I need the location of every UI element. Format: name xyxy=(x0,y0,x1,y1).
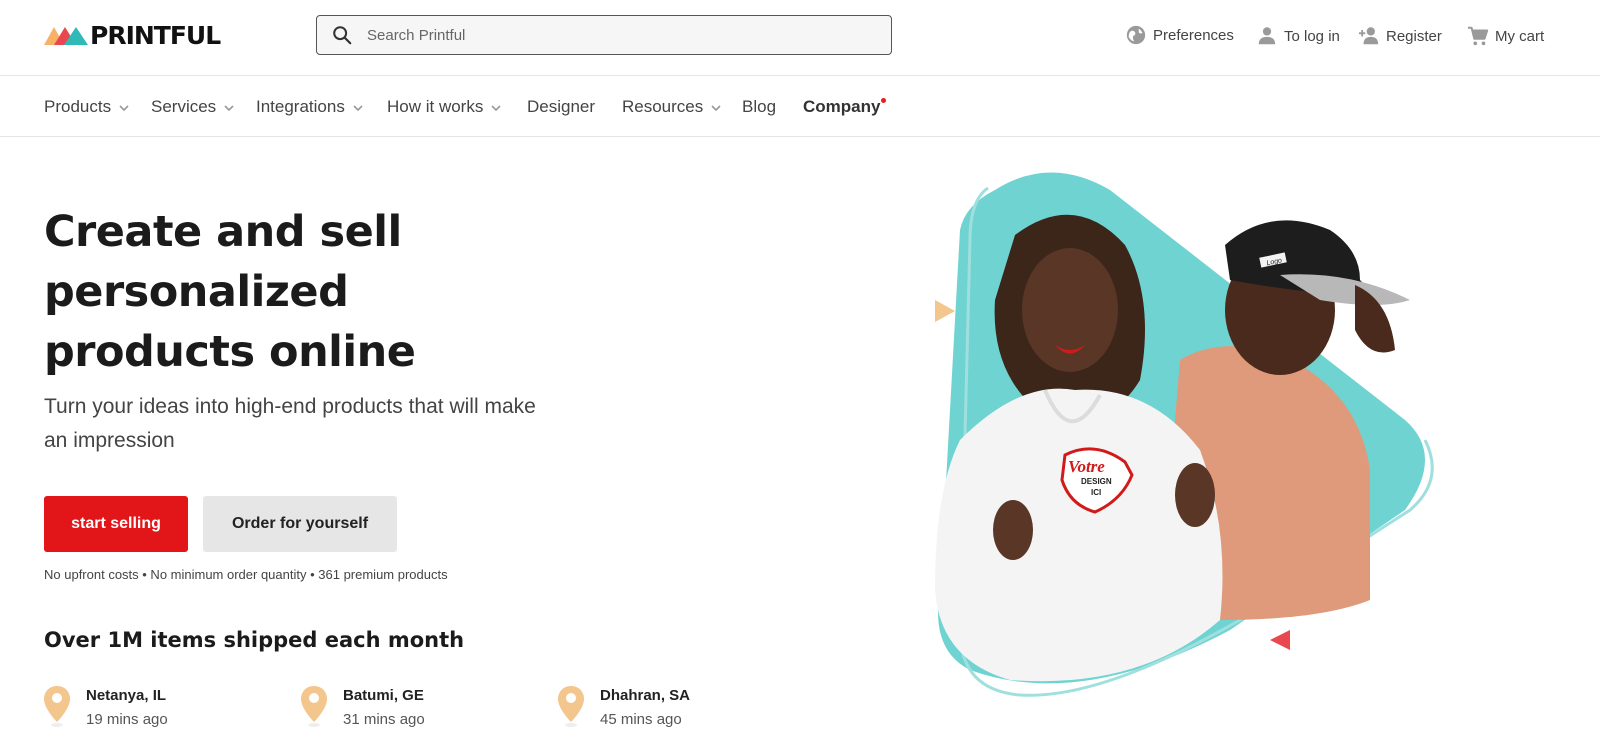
nav-designer[interactable]: Designer xyxy=(527,97,595,117)
hoodie-print-line2: DESIGN xyxy=(1081,477,1112,486)
order-for-yourself-button[interactable]: Order for yourself xyxy=(203,496,397,552)
globe-icon xyxy=(1126,25,1146,45)
red-triangle-icon xyxy=(1270,630,1290,650)
chevron-down-icon xyxy=(353,105,363,112)
nav-resources[interactable]: Resources xyxy=(622,97,722,117)
nav-products-label: Products xyxy=(44,97,112,116)
main-nav: Products Services Integrations How it wo… xyxy=(0,76,1600,137)
preferences-link[interactable]: Preferences xyxy=(1125,24,1234,46)
shipped-title: Over 1M items shipped each month xyxy=(44,628,465,652)
location-pin-icon xyxy=(44,686,70,727)
chevron-down-icon xyxy=(119,105,129,112)
cart-label: My cart xyxy=(1495,27,1545,45)
nav-resources-label: Resources xyxy=(622,97,704,116)
chevron-down-icon xyxy=(711,105,721,112)
shipment-city: Dhahran, SA xyxy=(600,687,691,704)
chevron-down-icon xyxy=(224,105,234,112)
shipment-city: Batumi, GE xyxy=(343,687,424,704)
shipment-item: Netanya, IL 19 mins ago xyxy=(43,684,168,728)
nav-services-label: Services xyxy=(151,97,217,116)
search-bar[interactable] xyxy=(316,15,892,55)
chevron-down-icon xyxy=(491,105,501,112)
register-label: Register xyxy=(1386,27,1442,45)
nav-integrations[interactable]: Integrations xyxy=(256,97,364,117)
logo-mark-icon xyxy=(44,27,88,45)
nav-integrations-label: Integrations xyxy=(256,97,345,116)
shipment-item: Dhahran, SA 45 mins ago xyxy=(557,684,690,728)
printful-logo[interactable]: PRINTFUL xyxy=(44,20,221,50)
logo-text: PRINTFUL xyxy=(90,20,221,50)
notification-dot xyxy=(881,98,887,103)
nav-designer-label: Designer xyxy=(527,97,596,116)
hero-subtitle: Turn your ideas into high-end products t… xyxy=(44,395,536,452)
register-link[interactable]: Register xyxy=(1358,25,1442,47)
login-label: To log in xyxy=(1284,27,1340,45)
nav-blog-label: Blog xyxy=(742,97,777,116)
nav-company-label: Company xyxy=(803,97,887,117)
fineprint: No upfront costs • No minimum order quan… xyxy=(44,567,448,582)
location-pin-icon xyxy=(301,686,327,727)
hero-title: Create and sell personalized products on… xyxy=(44,207,416,377)
cart-link[interactable]: My cart xyxy=(1467,25,1544,47)
hoodie-print-line3: ICI xyxy=(1091,488,1101,497)
nav-services[interactable]: Services xyxy=(151,97,235,117)
add-user-icon xyxy=(1358,27,1379,45)
nav-company[interactable]: Company xyxy=(803,97,887,117)
order-for-yourself-label: Order for yourself xyxy=(231,515,369,532)
shipment-item: Batumi, GE 31 mins ago xyxy=(300,684,425,728)
nav-company-text: Company xyxy=(803,97,881,116)
hero-image: Logo Votre DESIGN ICI xyxy=(935,172,1434,697)
start-selling-label: start selling xyxy=(71,515,161,532)
search-input[interactable] xyxy=(367,26,847,44)
start-selling-button[interactable]: start selling xyxy=(44,496,188,552)
shipment-time: 19 mins ago xyxy=(86,711,168,728)
top-bar: PRINTFUL Preferences To log in Registe xyxy=(0,0,1600,76)
shipment-time: 31 mins ago xyxy=(343,711,425,728)
shipment-time: 45 mins ago xyxy=(600,711,682,728)
user-icon xyxy=(1258,27,1276,45)
nav-how-it-works[interactable]: How it works xyxy=(387,97,502,117)
nav-blog[interactable]: Blog xyxy=(742,97,776,117)
preferences-label: Preferences xyxy=(1153,26,1234,44)
shipment-city: Netanya, IL xyxy=(86,687,167,704)
nav-how-it-works-label: How it works xyxy=(387,97,484,116)
yellow-triangle-icon xyxy=(935,300,955,322)
location-pin-icon xyxy=(558,686,584,727)
cart-icon xyxy=(1467,26,1489,46)
search-icon xyxy=(333,26,352,45)
hoodie-print-line1: Votre xyxy=(1068,457,1105,476)
nav-products[interactable]: Products xyxy=(44,97,130,117)
login-link[interactable]: To log in xyxy=(1256,25,1340,47)
